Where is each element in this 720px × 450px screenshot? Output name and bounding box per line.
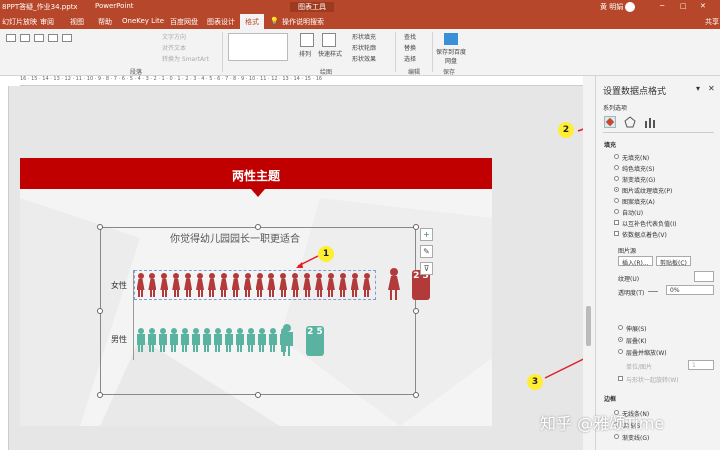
checkbox-vary-colors[interactable] (614, 231, 619, 236)
radio-pattern-fill[interactable] (614, 198, 619, 203)
label-picture-fill: 图片或纹理填充(P) (622, 188, 673, 195)
transparency-label: 透明度(T) (618, 290, 645, 297)
radio-auto-fill[interactable] (614, 209, 619, 214)
pane-close-icon[interactable]: ✕ (708, 84, 715, 93)
units-label: 单位/图片 (626, 364, 653, 371)
fill-line-tab-icon[interactable] (604, 116, 616, 128)
label-pattern-fill: 图案填充(A) (622, 199, 655, 206)
callout-2: 2 (558, 122, 574, 138)
label-invert: 以互补色代表负值(I) (622, 221, 677, 228)
label-stack: 层叠(K) (626, 338, 647, 345)
radio-gradient-line[interactable] (614, 434, 619, 439)
radio-stretch[interactable] (618, 325, 623, 330)
clipboard-button[interactable]: 剪贴板(C) (656, 256, 691, 267)
checkbox-rotate[interactable] (618, 376, 623, 381)
radio-stack[interactable] (618, 337, 623, 342)
radio-gradient-fill[interactable] (614, 176, 619, 181)
texture-label: 纹理(U) (618, 276, 640, 283)
format-pane: 设置数据点格式 ▾ ✕ 系列选项 填充 无填充(N) 纯色填充(S) 渐变填充(… (595, 76, 720, 450)
label-vary-colors: 依数据点着色(V) (622, 232, 667, 239)
series-options-tab-icon[interactable] (644, 116, 656, 128)
label-stack-scale: 层叠并缩放(W) (626, 350, 667, 357)
canvas-scrollbar[interactable] (583, 76, 595, 450)
pane-title: 设置数据点格式 (603, 87, 667, 97)
checkbox-invert[interactable] (614, 220, 619, 225)
label-rotate: 与形状一起旋转(W) (626, 377, 679, 384)
scroll-thumb[interactable] (586, 306, 591, 346)
border-section-header[interactable]: 边框 (604, 394, 616, 403)
fill-section-header[interactable]: 填充 (604, 140, 616, 149)
radio-stack-scale[interactable] (618, 349, 623, 354)
callout-3: 3 (527, 374, 543, 390)
label-auto-fill: 自动(U) (622, 210, 644, 217)
insert-picture-button[interactable]: 插入(R)... (618, 256, 653, 267)
label-solid-fill: 纯色填充(S) (622, 166, 655, 173)
transparency-input[interactable]: 0% (666, 285, 714, 295)
units-input[interactable]: 1 (688, 360, 714, 370)
label-stretch: 伸展(S) (626, 326, 647, 333)
watermark: 知乎 @雅颂Time (540, 414, 665, 433)
effects-tab-icon[interactable] (624, 116, 636, 128)
label-gradient-fill: 渐变填充(G) (622, 177, 656, 184)
callout-1: 1 (318, 246, 334, 262)
transparency-slider[interactable] (648, 291, 658, 292)
texture-picker[interactable] (694, 271, 714, 282)
label-no-fill: 无填充(N) (622, 155, 650, 162)
picture-source-label: 图片源 (618, 248, 637, 255)
radio-solid-fill[interactable] (614, 165, 619, 170)
label-gradient-line: 渐变线(G) (622, 435, 650, 442)
radio-picture-fill[interactable] (614, 187, 619, 192)
series-options-dropdown[interactable]: 系列选项 (603, 103, 627, 112)
radio-no-fill[interactable] (614, 154, 619, 159)
pane-options-icon[interactable]: ▾ (696, 84, 700, 93)
